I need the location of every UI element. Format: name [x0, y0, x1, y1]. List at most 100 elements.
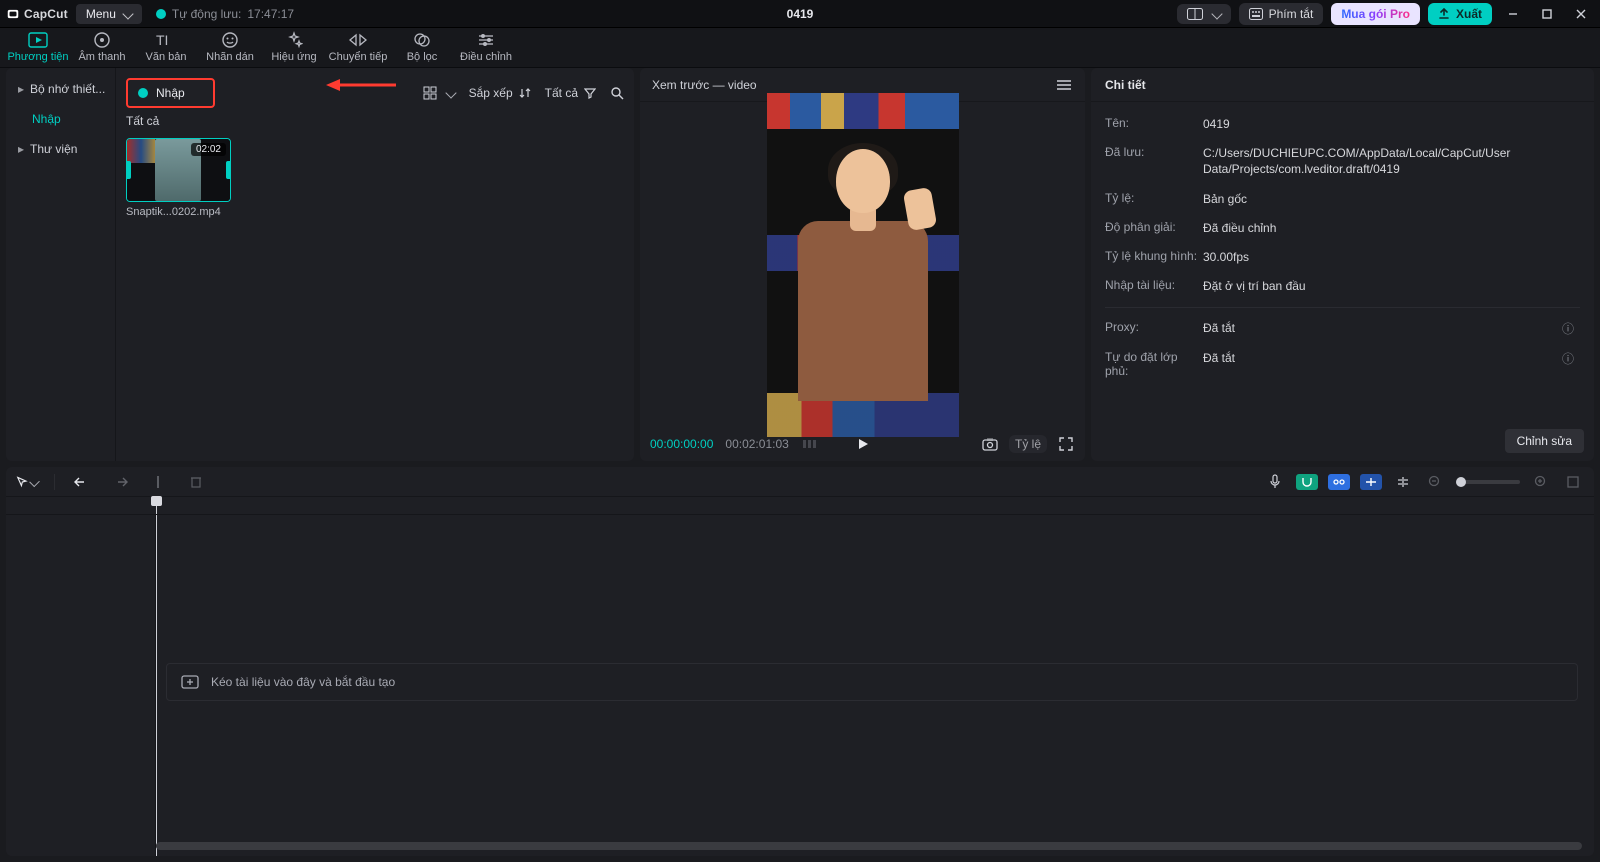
- info-icon[interactable]: ⓘ: [1562, 320, 1580, 337]
- tab-transition[interactable]: Chuyển tiếp: [326, 27, 390, 67]
- detail-key: Nhập tài liệu:: [1105, 278, 1203, 292]
- shortcuts-button[interactable]: Phím tắt: [1239, 3, 1324, 25]
- window-minimize-button[interactable]: [1500, 3, 1526, 25]
- detail-row-proxy: Proxy:Đã tắtⓘ: [1105, 314, 1580, 344]
- chevron-down-icon: [29, 476, 40, 487]
- tab-filter[interactable]: Bộ lọc: [390, 27, 454, 67]
- timeline-toolbar: [6, 467, 1594, 497]
- ribbon-tabs: Phương tiện Âm thanh TI Văn bản Nhãn dán…: [0, 28, 1600, 68]
- window-maximize-button[interactable]: [1534, 3, 1560, 25]
- upgrade-pro-button[interactable]: Mua gói Pro: [1331, 3, 1420, 25]
- zoom-out-icon: [1428, 475, 1442, 489]
- import-button[interactable]: Nhập: [126, 78, 215, 108]
- select-tool-button[interactable]: [16, 471, 38, 493]
- playhead-line[interactable]: [156, 515, 157, 856]
- layout-button[interactable]: [1177, 4, 1231, 24]
- detail-row-import: Nhập tài liệu:Đặt ở vị trí ban đầu: [1105, 272, 1580, 301]
- search-button[interactable]: [610, 86, 624, 100]
- export-button[interactable]: Xuất: [1428, 3, 1492, 25]
- scroll-thumb[interactable]: [156, 842, 1582, 850]
- trim-left-handle[interactable]: [126, 161, 131, 179]
- preview-menu-button[interactable]: [1055, 76, 1073, 94]
- delete-clip-button[interactable]: [185, 471, 207, 493]
- tab-text[interactable]: TI Văn bản: [134, 27, 198, 67]
- record-audio-button[interactable]: [1264, 471, 1286, 493]
- main-area: ▸Bộ nhớ thiết... Nhập ▸Thư viện Nhập: [0, 68, 1600, 467]
- playhead-cap-icon: [151, 496, 162, 506]
- toggle-preview-axis[interactable]: [1360, 474, 1382, 490]
- preview-canvas[interactable]: [767, 93, 959, 437]
- zoom-slider[interactable]: [1456, 480, 1520, 484]
- tab-adjust[interactable]: Điều chỉnh: [454, 27, 518, 67]
- toggle-magnet[interactable]: [1296, 474, 1318, 490]
- detail-value: Bản gốc: [1203, 191, 1562, 207]
- tab-sticker[interactable]: Nhãn dán: [198, 27, 262, 67]
- transition-icon: [348, 31, 368, 49]
- maximize-icon: [1541, 8, 1553, 20]
- detail-row-saved: Đã lưu:C:/Users/DUCHIEUPC.COM/AppData/Lo…: [1105, 139, 1580, 184]
- info-icon[interactable]: ⓘ: [1562, 350, 1580, 367]
- sort-icon: [519, 87, 531, 99]
- menu-button[interactable]: Menu: [76, 4, 142, 24]
- sort-button[interactable]: Sắp xếp: [469, 86, 531, 100]
- ratio-button[interactable]: Tỷ lệ: [1009, 435, 1047, 453]
- fullscreen-button[interactable]: [1057, 435, 1075, 453]
- sidebar-item-library[interactable]: ▸Thư viện: [10, 134, 111, 164]
- undo-icon: [74, 476, 90, 488]
- preview-stage: [640, 102, 1085, 427]
- play-button[interactable]: [854, 435, 872, 453]
- detail-key: Đã lưu:: [1105, 145, 1203, 159]
- detail-value: Đã tắt: [1203, 320, 1562, 336]
- split-button[interactable]: [147, 471, 169, 493]
- zoom-thumb[interactable]: [1456, 477, 1466, 487]
- chevron-down-icon: [1211, 8, 1222, 19]
- timeline-drop-label: Kéo tài liệu vào đây và bắt đầu tạo: [211, 675, 395, 689]
- keyboard-icon: [1249, 8, 1263, 20]
- tab-media[interactable]: Phương tiện: [6, 27, 70, 67]
- play-icon: [856, 437, 870, 451]
- view-grid-button[interactable]: [423, 86, 455, 100]
- media-sidebar: ▸Bộ nhớ thiết... Nhập ▸Thư viện: [6, 68, 116, 461]
- timeline-body[interactable]: Kéo tài liệu vào đây và bắt đầu tạo: [6, 515, 1594, 856]
- tab-effect[interactable]: Hiệu ứng: [262, 27, 326, 67]
- detail-value: 0419: [1203, 116, 1562, 132]
- edit-button-label: Chỉnh sửa: [1517, 434, 1572, 448]
- detail-value: Đã tắt: [1203, 350, 1562, 366]
- window-close-button[interactable]: [1568, 3, 1594, 25]
- detail-value: 30.00fps: [1203, 249, 1562, 265]
- zoom-out-button[interactable]: [1424, 471, 1446, 493]
- sidebar-item-device[interactable]: ▸Bộ nhớ thiết...: [10, 74, 111, 104]
- toggle-linkage[interactable]: [1328, 474, 1350, 490]
- zoom-in-button[interactable]: [1530, 471, 1552, 493]
- edit-button[interactable]: Chỉnh sửa: [1505, 429, 1584, 453]
- undo-button[interactable]: [71, 471, 93, 493]
- media-icon: [28, 31, 48, 49]
- pro-label: Mua gói Pro: [1341, 7, 1410, 21]
- split-icon: [152, 475, 164, 489]
- redo-button[interactable]: [109, 471, 131, 493]
- adjust-icon: [477, 31, 495, 49]
- sidebar-item-import[interactable]: Nhập: [10, 104, 111, 134]
- timeline-drop-target[interactable]: Kéo tài liệu vào đây và bắt đầu tạo: [166, 663, 1578, 701]
- trim-right-handle[interactable]: [226, 161, 231, 179]
- media-thumbs: 02:02 Snaptik...0202.mp4: [116, 132, 634, 227]
- filter-icon: [413, 31, 431, 49]
- clip-wrapper: 02:02 Snaptik...0202.mp4: [126, 138, 238, 218]
- filter-all-button[interactable]: Tất cả: [545, 86, 596, 100]
- timeline-hscroll[interactable]: [156, 842, 1582, 850]
- tab-audio[interactable]: Âm thanh: [70, 27, 134, 67]
- timeline-options-button[interactable]: [1392, 471, 1414, 493]
- fullscreen-icon: [1059, 437, 1073, 451]
- playhead[interactable]: [156, 497, 157, 514]
- search-icon: [610, 86, 624, 100]
- caret-right-icon: ▸: [18, 82, 24, 96]
- media-clip-thumb[interactable]: 02:02: [126, 138, 231, 202]
- time-total: 00:02:01:03: [725, 437, 788, 451]
- compare-view-button[interactable]: [801, 435, 819, 453]
- clip-duration: 02:02: [191, 143, 226, 156]
- snapshot-button[interactable]: [981, 435, 999, 453]
- tab-adjust-label: Điều chỉnh: [460, 51, 512, 63]
- fit-zoom-button[interactable]: [1562, 471, 1584, 493]
- app-name: CapCut: [24, 7, 68, 21]
- timeline-ruler[interactable]: [6, 497, 1594, 515]
